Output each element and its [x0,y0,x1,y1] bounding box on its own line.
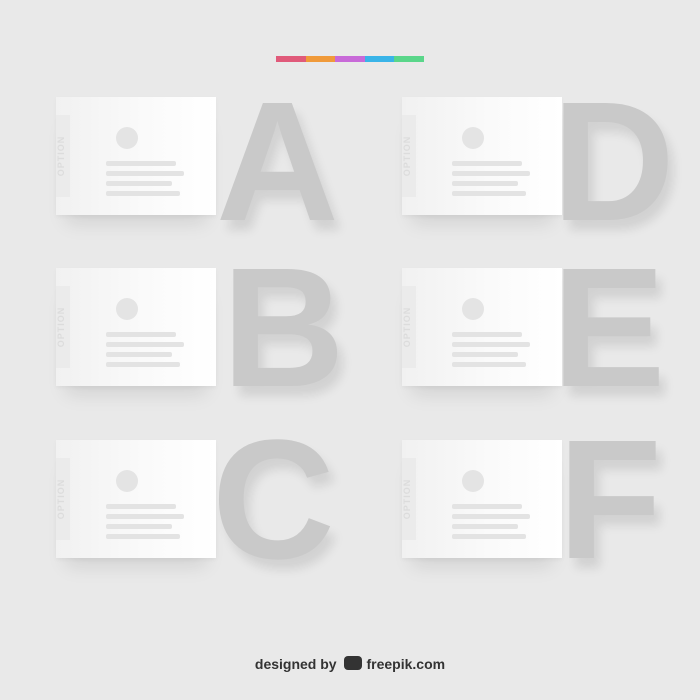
letter-f: F [558,405,662,595]
option-card-c: OPTION [56,440,216,558]
rocket-icon [462,470,484,492]
globe-icon [116,127,138,149]
gear-icon [462,298,484,320]
color-segment-purple [335,56,365,62]
text-line [452,342,530,347]
letter-a: A [216,67,339,257]
color-segment-green [394,56,424,62]
text-line [452,352,518,357]
text-line [106,342,184,347]
option-label: OPTION [402,306,412,348]
text-line [452,161,522,166]
credit-line: designed by freepik.com [0,656,700,672]
letter-d: D [552,67,675,257]
text-line [452,171,530,176]
text-line [106,524,172,529]
option-label: OPTION [56,478,66,520]
option-card-f: OPTION [402,440,562,558]
text-line [452,524,518,529]
text-line [452,514,530,519]
color-segment-orange [305,56,336,62]
credit-brand: freepik.com [366,656,446,672]
option-label: OPTION [56,306,66,348]
option-label: OPTION [402,478,412,520]
letter-b: B [222,233,345,423]
color-segment-pink [276,56,306,62]
option-label: OPTION [402,135,412,177]
color-segment-blue [364,56,395,62]
pin-icon [462,127,484,149]
clock-icon [116,298,138,320]
option-label: OPTION [56,135,66,177]
text-line [106,171,184,176]
text-line [452,504,522,509]
freepik-owl-icon [344,656,363,670]
text-line [106,534,180,539]
text-line [106,332,176,337]
text-line [106,504,176,509]
credit-prefix: designed by [254,656,337,672]
option-card-a: OPTION [56,97,216,215]
text-line [106,362,180,367]
text-line [106,191,180,196]
letter-e: E [552,233,666,423]
text-line [452,362,526,367]
text-line [452,181,518,186]
option-card-e: OPTION [402,268,562,386]
text-line [106,352,172,357]
accent-color-bar [276,56,424,62]
text-line [106,181,172,186]
text-line [452,534,526,539]
option-card-b: OPTION [56,268,216,386]
letter-c: C [212,405,335,595]
text-line [106,161,176,166]
chart-icon [116,470,138,492]
text-line [452,191,526,196]
option-card-d: OPTION [402,97,562,215]
text-line [452,332,522,337]
text-line [106,514,184,519]
